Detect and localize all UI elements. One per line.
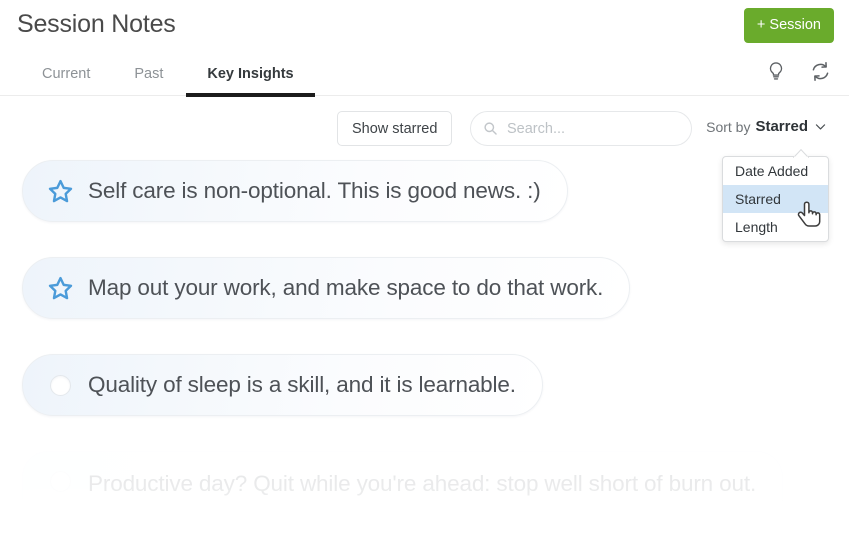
dropdown-caret-icon [793,149,809,158]
notes-toolbar: Show starred Sort by Starred [0,96,849,158]
app-header: Session Notes + Session [0,0,849,52]
note-text: Quality of sleep is a skill, and it is l… [88,372,516,397]
tab-current-label: Current [42,66,91,82]
note-text: Self care is non-optional. This is good … [88,178,541,203]
star-icon[interactable] [45,176,75,206]
tab-key-insights[interactable]: Key Insights [185,52,315,97]
search-input[interactable] [507,120,679,137]
tab-list: Current Past Key Insights [20,52,316,97]
search-icon [483,121,498,136]
note-text: Map out your work, and make space to do … [88,275,604,300]
sort-option-date-added[interactable]: Date Added [723,157,828,185]
note-card[interactable]: Self care is non-optional. This is good … [22,160,568,222]
sort-by-value: Starred [755,118,808,135]
tab-past-label: Past [134,66,164,82]
session-notes-app: Session Notes + Session Current Past Key… [0,0,849,554]
sort-by-control[interactable]: Sort by Starred [706,118,827,135]
tab-past[interactable]: Past [112,52,185,96]
tab-key-insights-label: Key Insights [207,66,294,82]
sort-option-length[interactable]: Length [723,213,828,241]
lightbulb-icon[interactable] [761,56,791,86]
sort-by-label: Sort by [706,118,751,135]
note-text: Productive day? Quit while you're ahead:… [88,471,757,496]
sort-option-starred[interactable]: Starred [723,185,828,213]
tab-bar: Current Past Key Insights [0,52,849,97]
chevron-down-icon [814,120,827,133]
circle-icon[interactable] [45,370,75,400]
show-starred-button[interactable]: Show starred [337,111,453,146]
note-card[interactable]: Productive day? Quit while you're ahead:… [22,451,784,525]
note-card[interactable]: Map out your work, and make space to do … [22,257,631,319]
note-card[interactable]: Quality of sleep is a skill, and it is l… [22,354,543,416]
new-session-button[interactable]: + Session [743,8,834,43]
header-icon-group [761,56,835,86]
circle-icon[interactable] [45,466,75,496]
page-title: Session Notes [17,10,176,38]
tab-current[interactable]: Current [20,52,112,96]
sort-by-dropdown-menu: Date Added Starred Length [722,156,829,242]
search-box[interactable] [470,111,692,146]
star-icon[interactable] [45,273,75,303]
refresh-icon[interactable] [805,56,835,86]
